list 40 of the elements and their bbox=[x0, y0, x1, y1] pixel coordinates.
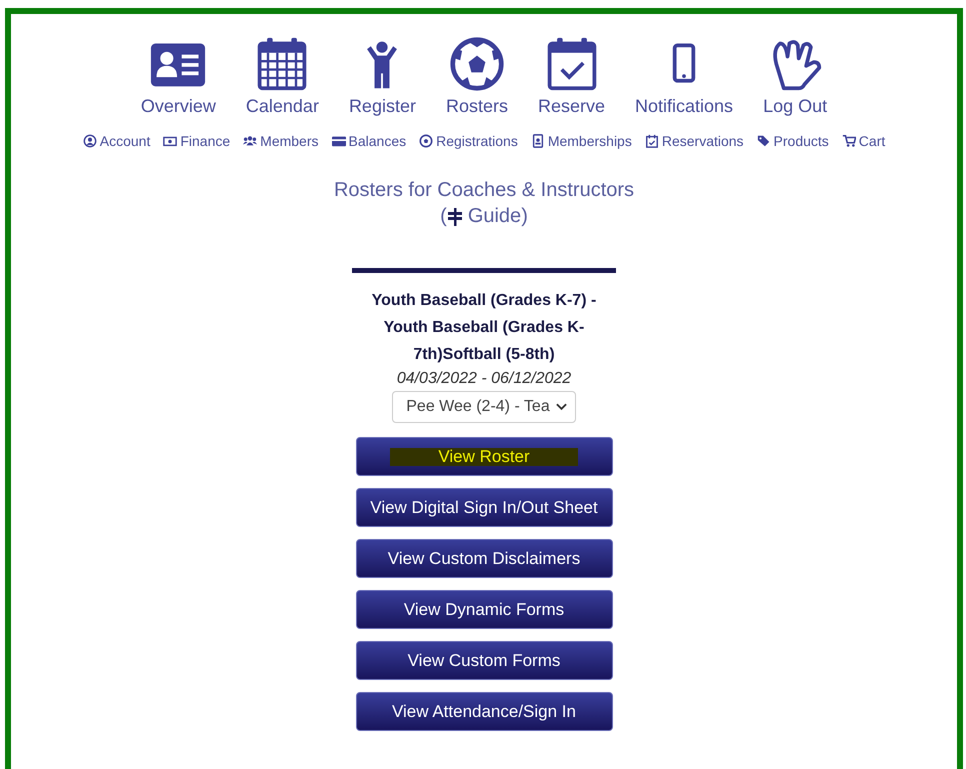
nav-link[interactable]: Notifications bbox=[635, 36, 734, 117]
page-title: Rosters for Coaches & Instructors bbox=[332, 179, 636, 202]
banknote-icon bbox=[163, 134, 178, 148]
action-button[interactable]: View Dynamic Forms bbox=[356, 590, 612, 629]
calendar-check-icon bbox=[644, 134, 659, 148]
action-button[interactable]: View Roster bbox=[356, 437, 612, 476]
program-dates: 04/03/2022 - 06/12/2022 bbox=[396, 370, 572, 388]
nav-link[interactable]: Rosters bbox=[446, 36, 508, 117]
user-circle-icon bbox=[82, 134, 97, 148]
id-badge-icon bbox=[530, 134, 545, 148]
nav-link[interactable]: Register bbox=[348, 36, 416, 117]
sub-nav-link[interactable]: Balances bbox=[332, 133, 406, 149]
soccer-ball-icon bbox=[419, 134, 434, 148]
parenthesis: ( bbox=[440, 205, 447, 228]
sub-nav-link[interactable]: Products bbox=[756, 133, 829, 149]
sub-nav-link[interactable]: Finance bbox=[163, 133, 230, 149]
sub-nav-link[interactable]: Cart bbox=[842, 133, 886, 149]
cart-icon bbox=[842, 134, 856, 148]
sub-nav-link[interactable]: Account bbox=[82, 133, 150, 149]
parenthesis: ) bbox=[521, 205, 528, 228]
program-name: Youth Baseball (Grades K-7) - Youth Baseball (Grades K-7th)Softball (5-8th) bbox=[370, 291, 598, 365]
action-button[interactable]: View Custom Forms bbox=[356, 641, 612, 680]
nav-link[interactable]: Overview bbox=[140, 36, 216, 117]
action-button[interactable]: View Custom Disclaimers bbox=[356, 539, 612, 578]
nav-link[interactable]: Reserve bbox=[538, 36, 606, 117]
guide-link[interactable]: Guide bbox=[446, 205, 522, 228]
tags-icon bbox=[756, 134, 771, 148]
action-button[interactable]: View Attendance/Sign In bbox=[356, 692, 612, 731]
nav-link[interactable]: Calendar bbox=[246, 36, 319, 117]
action-button[interactable]: View Digital Sign In/Out Sheet bbox=[356, 488, 612, 527]
credit-card-icon bbox=[332, 134, 346, 148]
team-select[interactable]: Pee Wee (2-4) - Tea bbox=[392, 391, 576, 423]
sub-nav-link[interactable]: Reservations bbox=[644, 133, 744, 149]
sub-nav-link[interactable]: Memberships bbox=[530, 133, 632, 149]
sub-nav-link[interactable]: Registrations bbox=[419, 133, 518, 149]
nav-link[interactable]: Log Out bbox=[763, 36, 828, 117]
users-icon bbox=[243, 134, 258, 148]
chevron-down-icon bbox=[556, 403, 567, 411]
signpost-icon bbox=[446, 208, 463, 226]
sub-nav-link[interactable]: Members bbox=[243, 133, 319, 149]
